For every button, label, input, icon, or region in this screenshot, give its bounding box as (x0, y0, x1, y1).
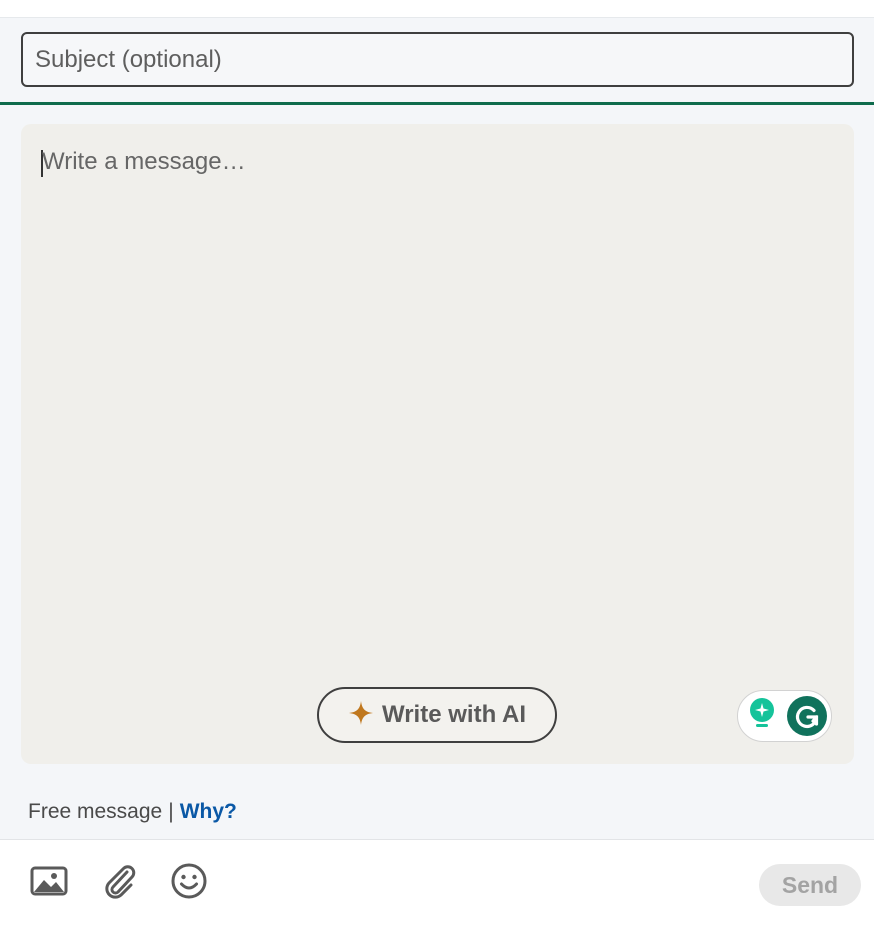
emoji-button[interactable] (169, 863, 209, 903)
subject-input[interactable] (21, 32, 854, 87)
attach-file-button[interactable] (99, 863, 139, 903)
compose-toolbar: Send (0, 841, 874, 926)
focus-divider (0, 102, 874, 105)
footer-separator: | (168, 799, 174, 823)
grammarly-widget[interactable] (737, 690, 832, 742)
attach-image-button[interactable] (29, 863, 69, 903)
why-link[interactable]: Why? (180, 800, 237, 824)
grammarly-g-icon[interactable] (787, 696, 827, 736)
message-placeholder: Write a message… (42, 148, 246, 175)
top-strip (0, 0, 874, 18)
message-textarea[interactable]: Write a message… Write with AI (21, 124, 854, 764)
emoji-icon (170, 862, 208, 905)
sparkle-icon (348, 700, 374, 731)
paperclip-icon (99, 861, 139, 906)
lightbulb-icon[interactable] (748, 697, 776, 736)
free-message-label: Free message (28, 799, 163, 823)
write-with-ai-button[interactable]: Write with AI (317, 687, 557, 743)
send-button[interactable]: Send (759, 864, 861, 906)
footer-note: Free message | Why? (0, 784, 874, 840)
write-with-ai-label: Write with AI (382, 701, 526, 728)
image-icon (30, 865, 68, 902)
